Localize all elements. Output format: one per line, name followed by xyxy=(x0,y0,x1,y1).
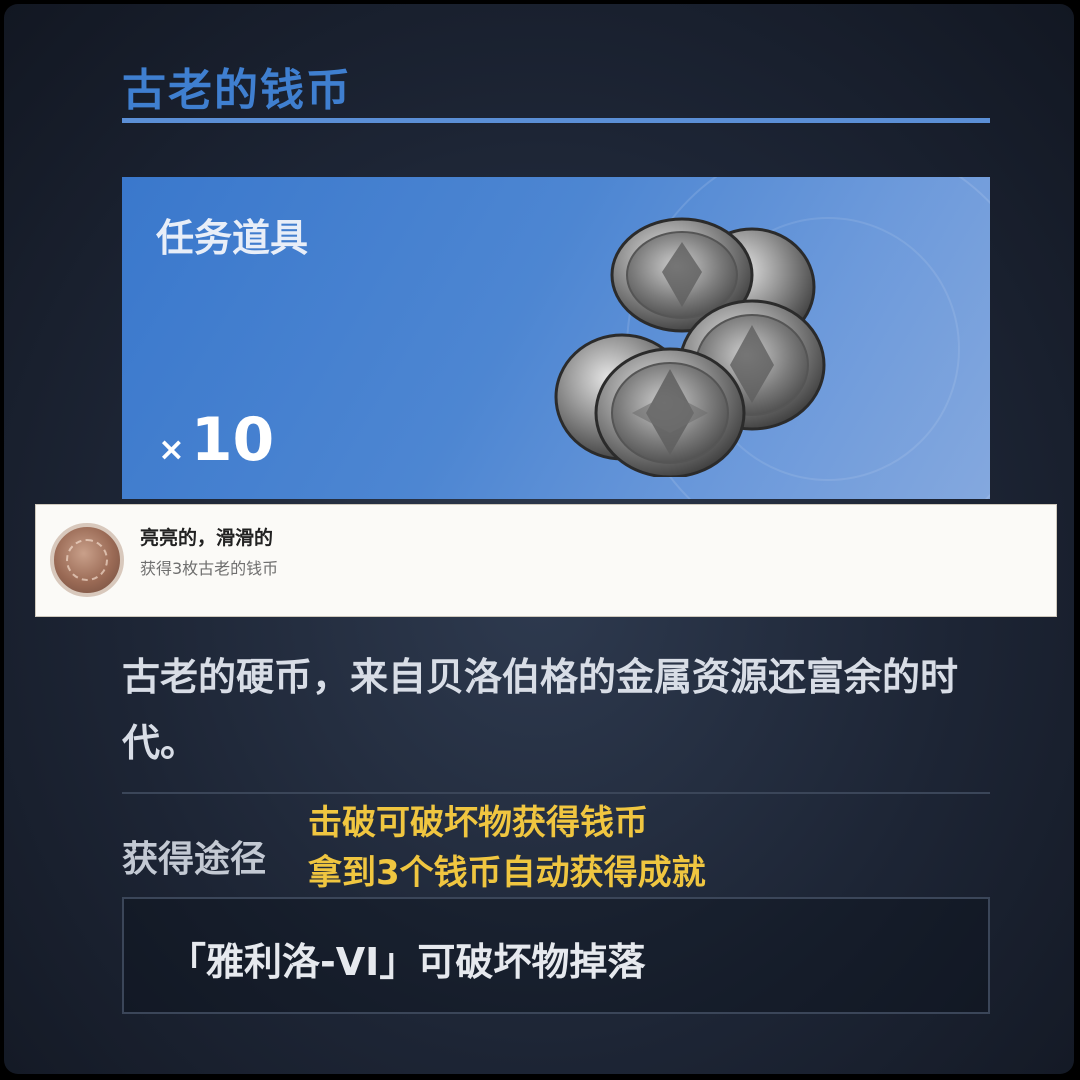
silver-coins-icon xyxy=(554,217,826,477)
item-category: 任务道具 xyxy=(156,216,309,260)
achievement-toast[interactable]: 亮亮的，滑滑的 获得3枚古老的钱币 xyxy=(35,504,1057,617)
acquisition-source: 「雅利洛-VI」可破坏物掉落 xyxy=(168,940,646,984)
item-description: 古老的硬币，来自贝洛伯格的金属资源还富余的时代。 xyxy=(122,655,959,765)
section-divider xyxy=(122,792,990,794)
overlay-note-line: 拿到3个钱币自动获得成就 xyxy=(308,853,706,893)
item-quantity: × 10 xyxy=(158,405,274,475)
achievement-medal-icon xyxy=(50,523,124,597)
quantity-prefix: × xyxy=(158,430,185,468)
title-underline xyxy=(122,118,990,123)
item-detail-panel: 古老的钱币 任务道具 × 10 亮亮的，滑滑的 获得3枚古老的钱币 古老的硬币，… xyxy=(4,4,1074,1074)
medal-inner-ring xyxy=(66,539,108,581)
achievement-title: 亮亮的，滑滑的 xyxy=(140,527,274,549)
overlay-note: 击破可破坏物获得钱币 拿到3个钱币自动获得成就 xyxy=(308,798,706,898)
item-banner: 任务道具 × 10 xyxy=(122,177,990,499)
quantity-value: 10 xyxy=(190,405,275,475)
item-title: 古老的钱币 xyxy=(122,65,352,116)
achievement-subtitle: 获得3枚古老的钱币 xyxy=(140,559,279,578)
acquisition-source-box[interactable]: 「雅利洛-VI」可破坏物掉落 xyxy=(122,897,990,1014)
acquisition-label: 获得途径 xyxy=(122,839,267,880)
overlay-note-line: 击破可破坏物获得钱币 xyxy=(308,803,648,843)
